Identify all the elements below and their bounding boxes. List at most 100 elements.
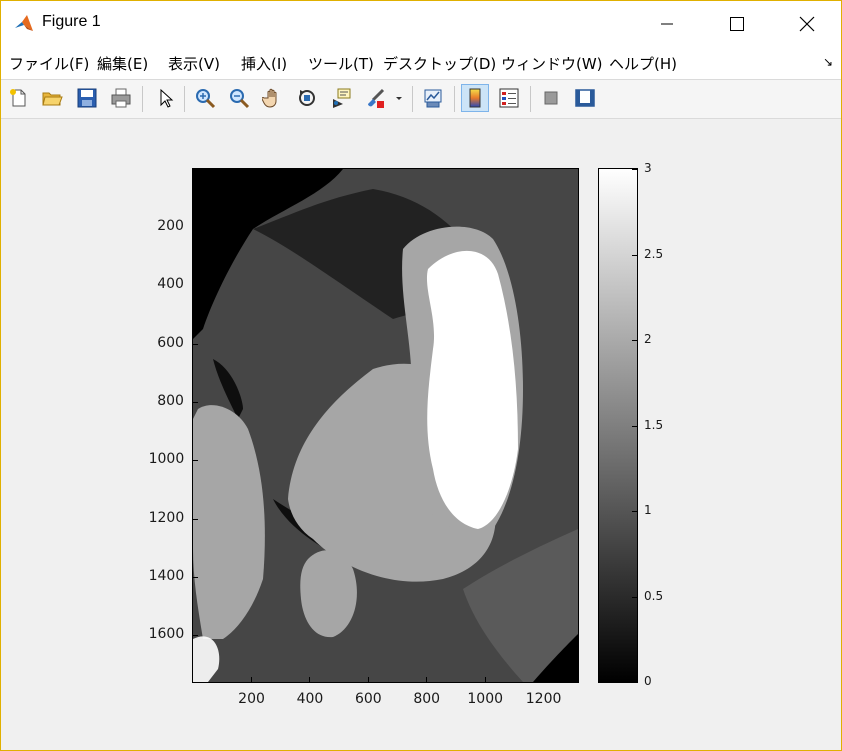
show-plot-tools-button[interactable]	[572, 85, 598, 111]
colorbar-tick-mark	[632, 169, 637, 170]
x-tick-mark	[426, 677, 428, 682]
link-plot-icon	[424, 89, 442, 108]
insert-legend-button[interactable]	[496, 85, 522, 111]
new-figure-button[interactable]	[6, 85, 32, 111]
hide-plot-tools-icon	[544, 91, 558, 105]
brush-button[interactable]	[362, 85, 388, 111]
print-button[interactable]	[108, 85, 134, 111]
zoom-out-button[interactable]	[226, 85, 252, 111]
open-file-button[interactable]	[39, 85, 65, 111]
colorbar-tick-mark	[632, 340, 637, 341]
maximize-button[interactable]	[714, 1, 760, 47]
x-tick-mark	[542, 677, 544, 682]
grayscale-image	[193, 169, 578, 682]
printer-icon	[111, 88, 131, 108]
y-tick-label: 800	[157, 393, 184, 410]
y-tick-label: 1400	[148, 568, 185, 584]
toolbar-separator	[530, 86, 531, 112]
x-tick-mark	[309, 677, 311, 682]
link-plot-button[interactable]	[420, 85, 446, 111]
menu-edit[interactable]: 編集(E)	[97, 53, 148, 74]
y-tick-mark	[193, 635, 198, 637]
x-tick-label: 400	[296, 691, 324, 707]
toolbar-separator	[454, 86, 455, 112]
close-icon	[799, 16, 815, 32]
y-tick-label: 400	[157, 276, 184, 293]
colorbar-tick-mark	[632, 425, 637, 427]
colorbar-tick-label: 2.5	[644, 246, 664, 261]
colorbar-tick-label: 2	[644, 332, 652, 346]
menu-bar: ファイル(F) 編集(E) 表示(V) 挿入(I) ツール(T) デスクトップ(…	[1, 47, 841, 80]
new-file-icon	[10, 89, 26, 107]
menu-desktop[interactable]: デスクトップ(D)	[383, 53, 496, 74]
y-tick-label: 200	[157, 218, 184, 235]
menu-insert[interactable]: 挿入(I)	[241, 53, 287, 74]
y-tick-label: 600	[157, 334, 184, 351]
colorbar-tick-mark	[632, 596, 637, 598]
close-button[interactable]	[784, 1, 830, 47]
data-tip-icon	[333, 88, 351, 108]
colorbar-tick-mark	[632, 254, 637, 256]
pan-button[interactable]	[260, 85, 286, 111]
menu-view[interactable]: 表示(V)	[168, 53, 220, 74]
y-tick-mark	[193, 343, 198, 345]
colorbar-tick-label: 0.5	[644, 588, 664, 603]
x-tick-label: 800	[413, 691, 441, 707]
y-tick-mark	[193, 577, 198, 578]
y-tick-label: 1000	[148, 451, 185, 468]
y-tick-mark	[193, 227, 198, 229]
x-tick-label: 600	[354, 691, 382, 707]
y-tick-mark	[193, 460, 198, 462]
image-axes[interactable]	[192, 168, 579, 683]
insert-colorbar-button[interactable]	[461, 84, 489, 112]
menu-tools[interactable]: ツール(T)	[308, 53, 374, 74]
window-title: Figure 1	[42, 13, 101, 30]
colorbar-tick-label: 3	[644, 161, 652, 175]
x-tick-mark	[484, 677, 486, 682]
colorbar-tick-label: 0	[644, 674, 652, 688]
y-tick-mark	[193, 285, 198, 287]
y-tick-mark	[193, 518, 198, 520]
menu-file[interactable]: ファイル(F)	[9, 53, 89, 74]
folder-open-icon	[42, 92, 63, 106]
colorbar-tick-mark	[632, 682, 637, 683]
save-icon	[77, 88, 97, 108]
minimize-icon	[661, 23, 673, 25]
minimize-button[interactable]	[644, 1, 690, 47]
data-cursor-button[interactable]	[328, 85, 354, 111]
colorbar-tick-label: 1	[644, 503, 652, 517]
figure-toolbar	[1, 80, 841, 119]
zoom-in-icon	[196, 89, 216, 109]
dock-arrow-icon[interactable]: ↘	[823, 55, 833, 69]
rotate-3d-button[interactable]	[294, 85, 320, 111]
edit-plot-button[interactable]	[152, 85, 178, 111]
maximize-icon	[730, 17, 744, 31]
x-tick-mark	[251, 677, 253, 682]
y-tick-mark	[193, 402, 198, 404]
hand-icon	[262, 88, 277, 108]
pointer-arrow-icon	[160, 88, 174, 108]
brush-dropdown[interactable]	[392, 85, 406, 111]
zoom-in-button[interactable]	[192, 85, 218, 111]
title-bar[interactable]: Figure 1	[1, 1, 841, 47]
matlab-logo-icon	[13, 13, 35, 35]
x-tick-mark	[367, 677, 369, 682]
show-plot-tools-icon	[575, 89, 595, 107]
save-button[interactable]	[74, 85, 100, 111]
x-tick-label: 1000	[467, 691, 504, 707]
y-tick-label: 1200	[148, 509, 185, 526]
toolbar-separator	[412, 86, 413, 112]
colorbar-tick-mark	[632, 511, 637, 512]
y-tick-label: 1600	[148, 626, 185, 643]
brush-icon	[368, 88, 385, 108]
hide-plot-tools-button[interactable]	[538, 85, 564, 111]
menu-help[interactable]: ヘルプ(H)	[609, 53, 677, 74]
colorbar-tick-label: 1.5	[644, 417, 664, 432]
zoom-out-icon	[230, 89, 250, 109]
colorbar-icon	[469, 88, 481, 108]
x-tick-label: 1200	[525, 691, 562, 707]
toolbar-separator	[142, 86, 143, 112]
rotate-icon	[299, 90, 315, 106]
legend-icon	[499, 88, 519, 108]
menu-window[interactable]: ウィンドウ(W)	[501, 53, 603, 74]
